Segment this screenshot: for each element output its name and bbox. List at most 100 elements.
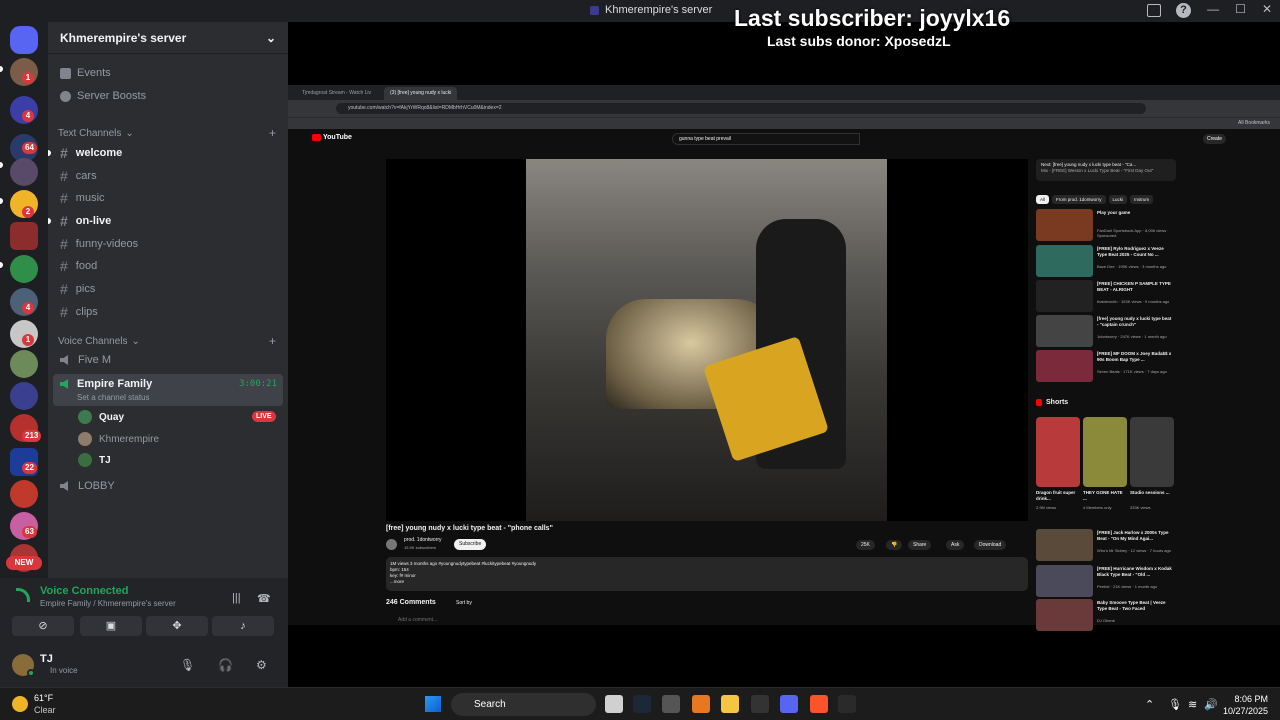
related-video[interactable]: [FREE] CHICKEN P SAMPLE TYPE BEAT - ALRI… xyxy=(1036,280,1178,312)
chip[interactable]: Instrum xyxy=(1130,195,1154,204)
settings-gear-icon[interactable]: ⚙ xyxy=(256,658,267,672)
noise-suppression-icon[interactable]: ||| xyxy=(232,592,241,604)
windows-start-icon[interactable] xyxy=(425,696,441,712)
channel-funny-videos[interactable]: # funny-videos xyxy=(60,236,138,252)
desc-more[interactable]: ...more xyxy=(390,579,1024,585)
headphones-icon[interactable]: 🎧 xyxy=(218,658,233,672)
brave-icon[interactable] xyxy=(810,695,828,713)
chip[interactable]: Lucki xyxy=(1108,195,1128,204)
wifi-icon[interactable]: ≋ xyxy=(1188,698,1197,711)
voice-channels-category[interactable]: Voice Channels ⌄ xyxy=(58,336,140,347)
video-player[interactable] xyxy=(386,159,1028,521)
text-channels-category[interactable]: Text Channels ⌄ xyxy=(58,128,134,139)
download-button[interactable]: Download xyxy=(974,540,1007,550)
browser-tab[interactable]: Tjmdagroat Stream - Watch Liv xyxy=(296,87,377,100)
weather-temp[interactable]: 61°F xyxy=(34,693,53,703)
server-header[interactable]: Khmerempire's server ⌄ xyxy=(48,22,288,54)
obs-icon[interactable] xyxy=(751,695,769,713)
server-boosts-item[interactable]: Server Boosts xyxy=(60,90,146,102)
app-icon[interactable] xyxy=(838,695,856,713)
channel-cars[interactable]: # cars xyxy=(60,168,97,184)
volume-icon[interactable]: 🔊 xyxy=(1204,698,1218,711)
voice-channel-empire-family[interactable]: Empire Family 3:00:21 Set a channel stat… xyxy=(53,374,283,406)
disconnect-icon[interactable]: ☎ xyxy=(257,592,271,605)
add-comment-input[interactable]: Add a comment... xyxy=(398,617,437,623)
inbox-icon[interactable] xyxy=(1147,4,1161,17)
steam-icon[interactable] xyxy=(633,695,651,713)
channel-name[interactable]: prod. 1dontworry xyxy=(404,537,442,543)
taskbar-search[interactable]: Search xyxy=(451,693,596,716)
voice-member-khmerempire[interactable]: Khmerempire xyxy=(78,432,159,446)
youtube-search-input[interactable]: gunna type beat prevail xyxy=(672,133,860,145)
signal-icon[interactable] xyxy=(16,588,30,602)
sort-by-button[interactable]: Sort by xyxy=(456,600,472,606)
like-button[interactable]: 25K xyxy=(856,540,875,550)
channel-avatar[interactable] xyxy=(386,539,397,550)
vlc-icon[interactable] xyxy=(692,695,710,713)
maximize-button[interactable]: ☐ xyxy=(1235,2,1246,16)
channel-on-live[interactable]: # on-live xyxy=(60,213,111,229)
all-bookmarks[interactable]: All Bookmarks xyxy=(1238,120,1270,126)
screen-share-button[interactable]: ▣ xyxy=(80,616,142,636)
voice-status[interactable]: Voice Connected xyxy=(40,585,128,597)
video-description[interactable]: 1M views 3 months ago #youngnudytypebeat… xyxy=(386,557,1028,591)
server-icon[interactable] xyxy=(10,382,38,410)
microphone-icon[interactable]: 🎙 xyxy=(180,658,195,672)
microphone-icon[interactable]: 🎙 xyxy=(1168,698,1182,711)
voice-channel-five-m[interactable]: Five M xyxy=(60,354,111,366)
server-icon[interactable] xyxy=(10,222,38,250)
server-icon[interactable] xyxy=(10,158,38,186)
channel-music[interactable]: # music xyxy=(60,190,105,206)
related-video[interactable]: [FREE] MF DOOM x Joey Bada$$ x 90s Boom … xyxy=(1036,350,1178,382)
channel-clips[interactable]: # clips xyxy=(60,304,98,320)
share-button[interactable]: Share xyxy=(908,540,932,550)
voice-member-quay[interactable]: Quay xyxy=(78,410,124,424)
related-video[interactable]: [free] young nudy x lucki type beat - "c… xyxy=(1036,315,1178,347)
dislike-button[interactable]: 👎 xyxy=(886,540,903,550)
close-button[interactable]: ✕ xyxy=(1262,2,1272,16)
moon-weather-icon[interactable] xyxy=(12,696,28,712)
task-view-icon[interactable] xyxy=(605,695,623,713)
help-icon[interactable]: ? xyxy=(1176,3,1191,18)
related-video[interactable]: [FREE] Hurricane Wisdom x Kodak Black Ty… xyxy=(1036,565,1178,597)
events-item[interactable]: Events xyxy=(60,67,111,79)
server-icon[interactable] xyxy=(10,480,38,508)
channel-food[interactable]: # food xyxy=(60,258,97,274)
new-badge[interactable]: NEW xyxy=(6,556,42,570)
clock[interactable]: 8:06 PM 10/27/2025 xyxy=(1223,693,1268,717)
short-thumbnail[interactable] xyxy=(1036,417,1080,487)
youtube-logo[interactable]: YouTube xyxy=(312,134,352,141)
channel-welcome[interactable]: # welcome xyxy=(60,145,122,161)
chip[interactable]: All xyxy=(1036,195,1050,204)
short-thumbnail[interactable] xyxy=(1083,417,1127,487)
chevron-up-icon[interactable]: ⌃ xyxy=(1145,698,1154,711)
ask-button[interactable]: Ask xyxy=(946,540,965,550)
server-icon[interactable] xyxy=(10,350,38,378)
create-button[interactable]: Create xyxy=(1202,134,1226,144)
up-next-box[interactable]: Next: [free] young nudy x lucki type bea… xyxy=(1036,159,1176,181)
weather-condition[interactable]: Clear xyxy=(34,705,56,715)
short-thumbnail[interactable] xyxy=(1130,417,1174,487)
browser-tab-active[interactable]: (3) [free] young nudy x lucki xyxy=(384,87,458,100)
camera-button[interactable]: ⊘ xyxy=(12,616,74,636)
related-video[interactable]: Play your game FanDuel Sportsbook App · … xyxy=(1036,209,1178,241)
url-field[interactable]: youtube.com/watch?v=fAkjYrWRqo8&list=RDM… xyxy=(336,103,1146,114)
discord-home-icon[interactable] xyxy=(10,26,38,54)
soundboard-button[interactable]: ♪ xyxy=(212,616,274,636)
related-video[interactable]: [FREE] Jack Harlow x 2000s Type Beat - "… xyxy=(1036,529,1178,561)
related-video[interactable]: Baby Smoove Type Beat | Veeze Type Beat … xyxy=(1036,599,1178,631)
activities-button[interactable]: ✥ xyxy=(146,616,208,636)
add-channel-icon[interactable]: + xyxy=(269,126,276,140)
chip[interactable]: From prod. 1dontworry xyxy=(1052,195,1106,204)
app-icon[interactable] xyxy=(662,695,680,713)
minimize-button[interactable]: — xyxy=(1207,2,1219,16)
related-video[interactable]: [FREE] Rylo Rodriguez x Veeze Type Beat … xyxy=(1036,245,1178,277)
voice-location[interactable]: Empire Family / Khmerempire's server xyxy=(40,599,176,608)
server-icon[interactable] xyxy=(10,255,38,283)
add-channel-icon[interactable]: + xyxy=(269,334,276,348)
file-explorer-icon[interactable] xyxy=(721,695,739,713)
set-channel-status[interactable]: Set a channel status xyxy=(77,393,150,402)
channel-pics[interactable]: # pics xyxy=(60,281,95,297)
voice-channel-lobby[interactable]: LOBBY xyxy=(60,480,115,492)
voice-member-tj[interactable]: TJ xyxy=(78,453,111,467)
